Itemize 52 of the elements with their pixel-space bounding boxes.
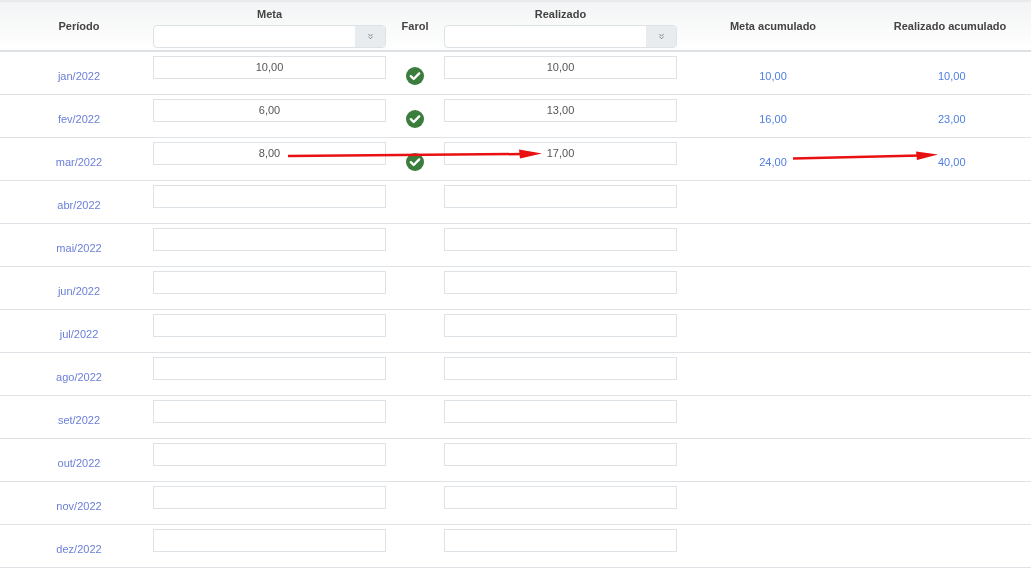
period-label: set/2022 [57, 412, 101, 428]
filter-select[interactable] [153, 24, 386, 48]
input-field[interactable] [444, 486, 677, 509]
input-field[interactable] [153, 314, 386, 337]
input-field[interactable] [153, 443, 386, 466]
column-header: Meta acumulado [729, 18, 817, 34]
column-header: Meta [256, 7, 283, 22]
input-field[interactable]: 10,00 [153, 56, 386, 79]
accumulated-value: 23,00 [938, 111, 966, 127]
column-header: Realizado acumulado [893, 18, 1007, 34]
period-label: mar/2022 [55, 154, 103, 170]
input-field[interactable]: 8,00 [153, 142, 386, 165]
chevrons-down-icon [365, 31, 375, 41]
input-field[interactable] [153, 228, 386, 251]
column-header: Período [58, 18, 100, 34]
filter-select[interactable] [444, 24, 677, 48]
period-label: jul/2022 [59, 326, 99, 342]
input-field[interactable] [444, 314, 677, 337]
input-field[interactable] [444, 400, 677, 423]
input-field[interactable] [444, 271, 677, 294]
input-field[interactable] [153, 529, 386, 552]
period-label: fev/2022 [57, 111, 101, 127]
accumulated-value: 16,00 [759, 111, 787, 127]
chevrons-down-icon [656, 31, 666, 41]
accumulated-value: 10,00 [938, 68, 966, 84]
input-field[interactable] [153, 185, 386, 208]
period-label: abr/2022 [57, 197, 101, 213]
accumulated-value: 40,00 [938, 154, 966, 170]
input-field[interactable] [153, 357, 386, 380]
input-field[interactable] [444, 529, 677, 552]
input-field[interactable] [444, 185, 677, 208]
input-field[interactable]: 6,00 [153, 99, 386, 122]
input-field[interactable] [444, 357, 677, 380]
input-field[interactable] [444, 443, 677, 466]
column-header: Realizado [534, 7, 587, 22]
period-label: dez/2022 [56, 541, 102, 557]
input-field[interactable] [153, 400, 386, 423]
period-label: jun/2022 [57, 283, 101, 299]
input-field[interactable] [153, 271, 386, 294]
period-label: ago/2022 [56, 369, 102, 385]
period-label: out/2022 [57, 455, 101, 471]
input-field[interactable] [444, 228, 677, 251]
input-field[interactable]: 17,00 [444, 142, 677, 165]
period-label: mai/2022 [56, 240, 102, 256]
accumulated-value: 10,00 [759, 68, 787, 84]
period-label: nov/2022 [56, 498, 102, 514]
input-field[interactable]: 13,00 [444, 99, 677, 122]
input-field[interactable] [153, 486, 386, 509]
input-field[interactable]: 10,00 [444, 56, 677, 79]
column-header: Farol [401, 18, 429, 34]
accumulated-value: 24,00 [759, 154, 787, 170]
period-label: jan/2022 [57, 68, 101, 84]
